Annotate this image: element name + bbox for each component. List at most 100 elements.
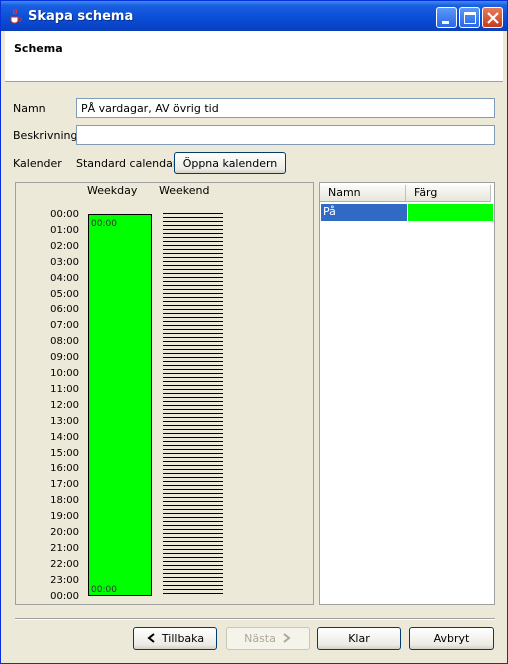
weekend-off-line [163, 377, 223, 378]
title-bar[interactable]: Skapa schema [1, 1, 507, 31]
time-label: 21:00 [50, 542, 79, 554]
weekend-off-line [163, 573, 223, 574]
page-title: Schema [14, 42, 63, 55]
weekend-off-line [163, 277, 223, 278]
time-label: 22:00 [50, 558, 79, 570]
time-label: 23:00 [50, 574, 79, 586]
weekend-off-line [163, 297, 223, 298]
time-label: 01:00 [50, 224, 79, 236]
table-header-color[interactable]: Färg [406, 185, 491, 202]
time-label: 12:00 [50, 399, 79, 411]
time-label: 18:00 [50, 495, 79, 507]
weekend-off-line [163, 569, 223, 570]
weekend-off-line [163, 365, 223, 366]
weekend-off-line [163, 457, 223, 458]
table-row[interactable]: På [321, 204, 493, 221]
weekend-off-line [163, 245, 223, 246]
weekend-off-line [163, 405, 223, 406]
weekend-off-line [163, 249, 223, 250]
time-label: 11:00 [50, 383, 79, 395]
weekend-off-line [163, 521, 223, 522]
description-input[interactable] [76, 125, 495, 145]
weekend-off-line [163, 301, 223, 302]
table-cell-color-swatch [408, 204, 493, 221]
weekday-column-header: Weekday [87, 184, 138, 197]
next-button[interactable]: Nästa [226, 627, 310, 650]
close-icon [487, 12, 499, 24]
weekend-off-line [163, 357, 223, 358]
weekend-off-line [163, 241, 223, 242]
cancel-button[interactable]: Avbryt [409, 627, 494, 650]
weekend-off-line [163, 525, 223, 526]
weekend-off-line [163, 261, 223, 262]
chevron-left-icon [147, 633, 155, 643]
weekend-off-line [163, 321, 223, 322]
close-button[interactable] [482, 7, 503, 28]
time-label: 16:00 [50, 463, 79, 475]
dialog-window: Skapa schema Schema Namn Beskrivning Kal… [0, 0, 508, 664]
table-header-name-label: Namn [328, 186, 361, 199]
weekend-off-line [163, 329, 223, 330]
states-table [319, 182, 495, 605]
weekday-on-block[interactable] [88, 214, 152, 596]
name-label: Namn [13, 102, 46, 115]
weekend-off-line [163, 561, 223, 562]
weekend-off-line [163, 529, 223, 530]
weekend-off-line [163, 273, 223, 274]
back-button[interactable]: Tillbaka [133, 627, 217, 650]
weekend-off-line [163, 233, 223, 234]
weekend-off-line [163, 517, 223, 518]
maximize-button[interactable] [459, 7, 480, 28]
back-button-label: Tillbaka [161, 632, 205, 645]
weekend-off-line [163, 481, 223, 482]
weekend-off-line [163, 501, 223, 502]
weekend-off-line [163, 489, 223, 490]
weekend-off-line [163, 585, 223, 586]
minimize-button[interactable] [436, 7, 457, 28]
table-cell-name: På [321, 204, 407, 221]
weekend-off-line [163, 345, 223, 346]
weekend-off-line [163, 309, 223, 310]
finish-button[interactable]: Klar [317, 627, 401, 650]
weekend-off-line [163, 581, 223, 582]
weekend-off-line [163, 537, 223, 538]
weekend-off-line [163, 433, 223, 434]
table-header-name[interactable]: Namn [320, 185, 406, 202]
calendar-value: Standard calendar [76, 157, 178, 170]
time-label: 10:00 [50, 368, 79, 379]
time-label: 04:00 [50, 272, 79, 284]
time-label: 00:00 [50, 209, 79, 220]
weekend-off-line [163, 285, 223, 286]
weekend-off-line [163, 549, 223, 550]
weekend-off-line [163, 565, 223, 566]
time-label: 00:00 [50, 590, 79, 602]
time-label: 08:00 [50, 336, 79, 348]
weekend-off-line [163, 589, 223, 590]
weekend-off-line [163, 417, 223, 418]
time-label: 09:00 [50, 352, 79, 364]
weekend-off-line [163, 353, 223, 354]
weekend-off-line [163, 493, 223, 494]
weekend-off-line [163, 289, 223, 290]
weekend-off-line [163, 477, 223, 478]
weekend-off-line [163, 341, 223, 342]
weekend-off-line [163, 373, 223, 374]
name-input[interactable] [76, 98, 495, 118]
weekend-off-line [163, 445, 223, 446]
weekend-off-line [163, 593, 223, 594]
weekend-off-line [163, 393, 223, 394]
weekend-off-line [163, 485, 223, 486]
time-label: 19:00 [50, 511, 79, 523]
time-label: 03:00 [50, 256, 79, 268]
description-label: Beskrivning [13, 129, 78, 142]
time-label: 05:00 [50, 288, 79, 300]
weekend-off-line [163, 557, 223, 558]
weekend-off-line [163, 389, 223, 390]
weekend-off-line [163, 305, 223, 306]
time-label: 15:00 [50, 447, 79, 459]
weekend-off-line [163, 469, 223, 470]
weekend-off-line [163, 545, 223, 546]
weekend-off-line [163, 349, 223, 350]
weekend-off-line [163, 381, 223, 382]
open-calendar-button[interactable]: Öppna kalendern [174, 152, 286, 174]
